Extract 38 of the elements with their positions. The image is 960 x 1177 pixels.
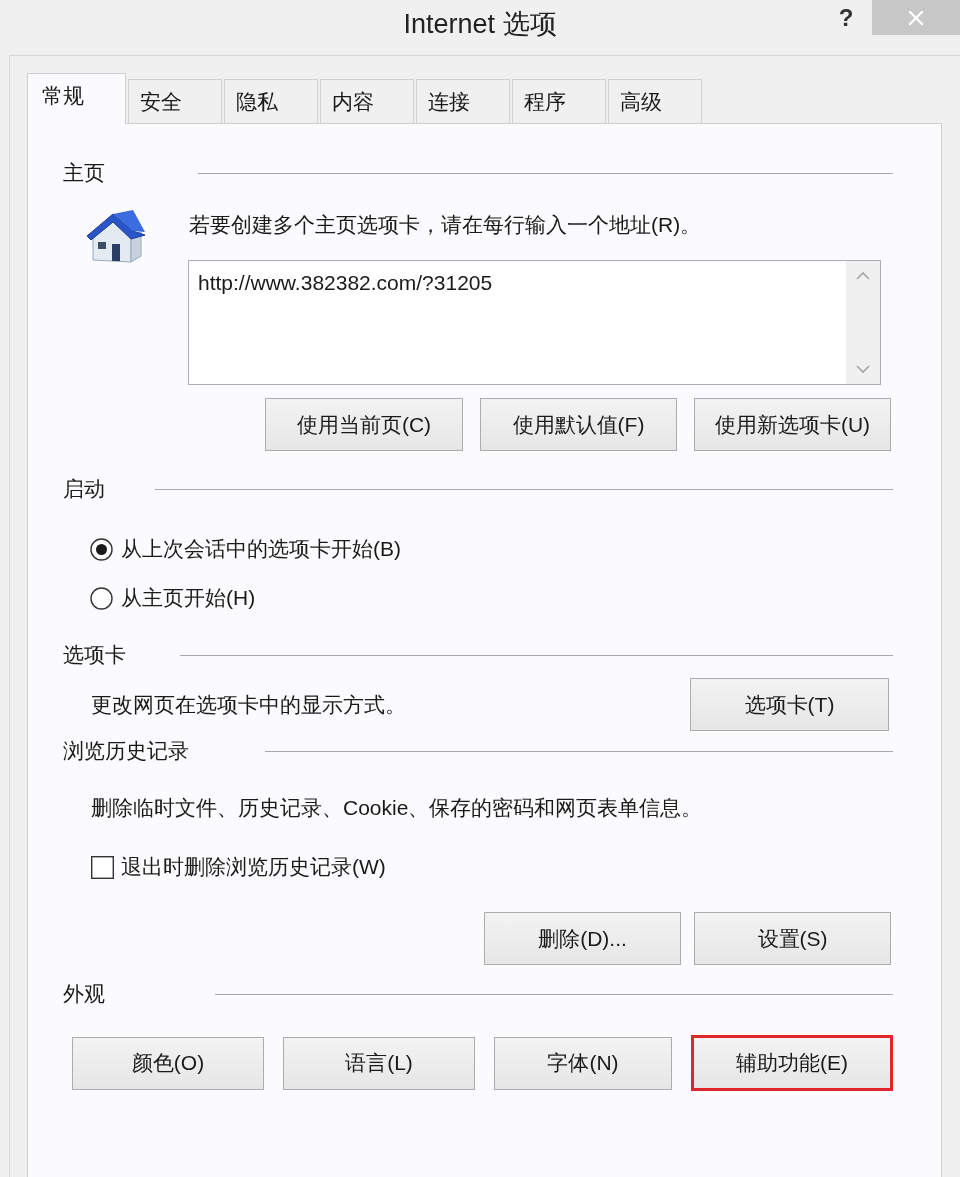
section-label: 浏览历史记录	[63, 738, 189, 764]
tab[interactable]: 程序	[512, 79, 606, 124]
tab[interactable]: 连接	[416, 79, 510, 124]
checkbox-label[interactable]: 退出时删除浏览历史记录(W)	[121, 853, 386, 881]
section-label: 选项卡	[63, 642, 126, 668]
tab[interactable]: 常规	[27, 73, 126, 124]
close-icon	[908, 9, 924, 26]
appearance-button[interactable]: 颜色(O)	[72, 1036, 264, 1090]
radio-button[interactable]	[90, 537, 113, 561]
chevron-down-icon	[856, 365, 870, 374]
chevron-up-icon	[856, 271, 870, 280]
homepage-button[interactable]: 使用当前页(C)	[265, 398, 463, 451]
radio-label[interactable]: 从上次会话中的选项卡开始(B)	[121, 535, 401, 563]
help-button[interactable]: ?	[834, 3, 858, 33]
description-text: 删除临时文件、历史记录、Cookie、保存的密码和网页表单信息。	[91, 795, 703, 821]
description-text: 更改网页在选项卡中的显示方式。	[91, 691, 406, 718]
tab[interactable]: 隐私	[224, 79, 318, 124]
checkbox[interactable]	[91, 855, 114, 879]
radio-button[interactable]	[90, 586, 113, 610]
instruction-text: 若要创建多个主页选项卡，请在每行输入一个地址(R)。	[189, 212, 703, 238]
address-field[interactable]: http://www.382382.com/?31205	[188, 260, 881, 385]
homepage-button[interactable]: 使用默认值(F)	[480, 398, 677, 451]
section-label: 启动	[63, 476, 105, 502]
appearance-button[interactable]: 辅助功能(E)	[691, 1035, 893, 1091]
tab[interactable]: 安全	[128, 79, 222, 124]
tab-settings-button[interactable]: 选项卡(T)	[690, 678, 889, 731]
tab[interactable]: 内容	[320, 79, 414, 124]
history-button[interactable]: 设置(S)	[694, 912, 891, 965]
tab[interactable]: 高级	[608, 79, 702, 124]
section-label: 主页	[63, 160, 105, 186]
homepage-button[interactable]: 使用新选项卡(U)	[694, 398, 891, 451]
appearance-button[interactable]: 字体(N)	[493, 1036, 673, 1090]
history-button[interactable]: 删除(D)...	[484, 912, 681, 965]
window-title: Internet 选项	[403, 8, 557, 40]
section-label: 外观	[63, 981, 105, 1007]
radio-label[interactable]: 从主页开始(H)	[121, 584, 256, 612]
scrollbar[interactable]	[846, 261, 880, 384]
appearance-button[interactable]: 语言(L)	[283, 1036, 475, 1090]
